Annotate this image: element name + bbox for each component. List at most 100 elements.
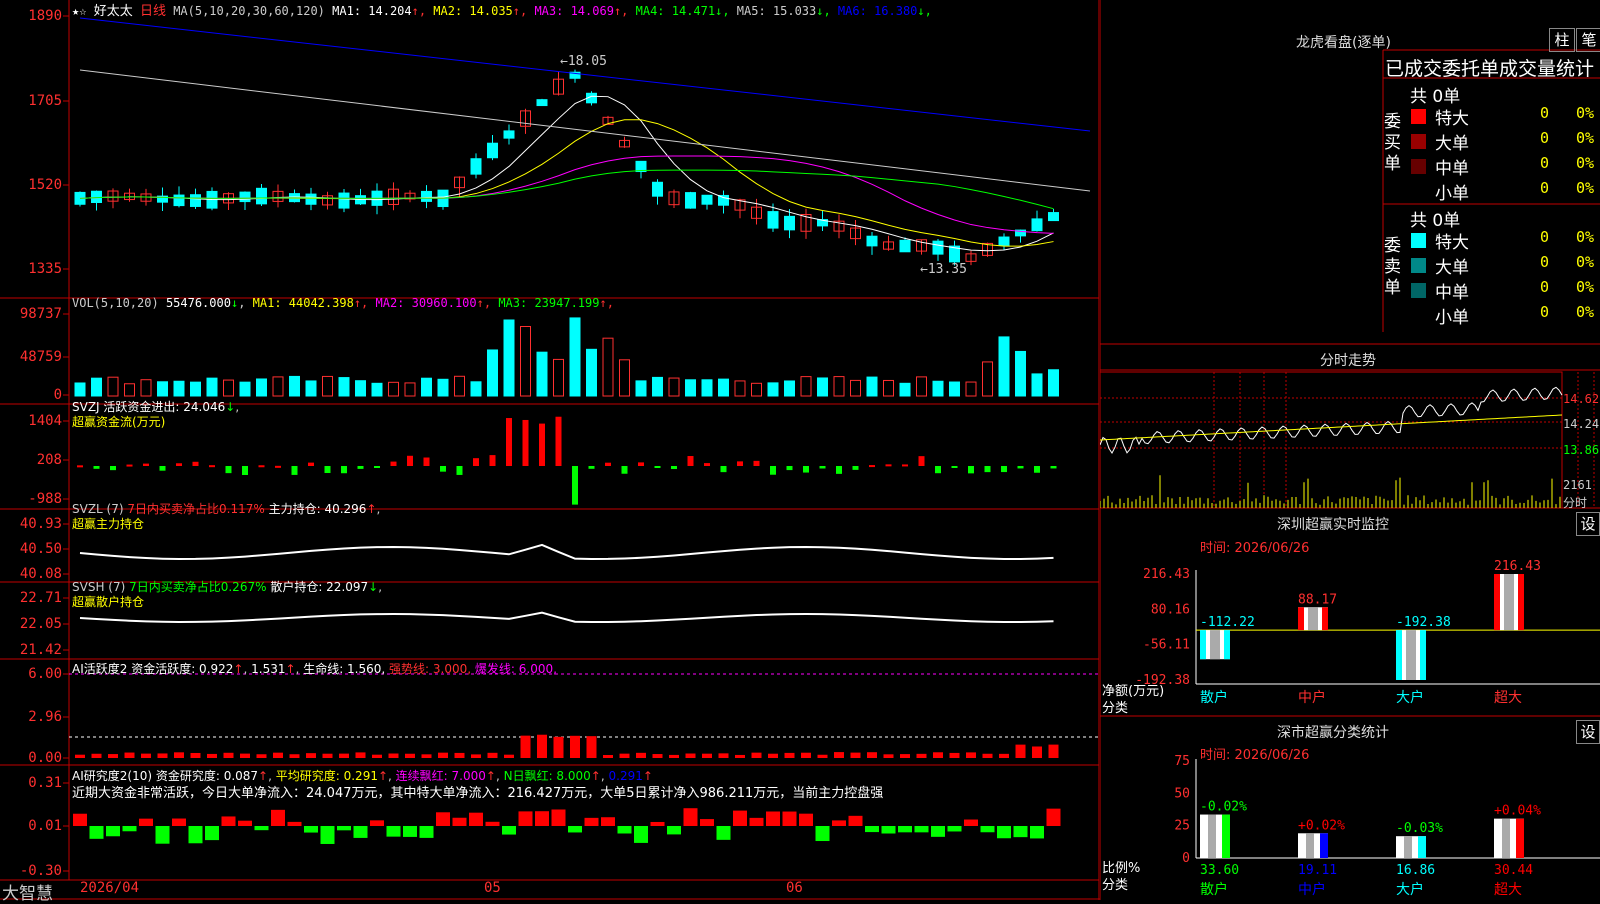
volume-bar [767,382,779,397]
capital-flow-bar [819,466,826,469]
vol-ma-value-1: MA1: 44042.398 [252,296,354,310]
research-bar [106,826,120,837]
research-bar [584,817,599,826]
classify-bar-change-0: -0.02% [1200,800,1247,815]
ai-research-v5: 0.291 [608,769,643,783]
activity-bar [900,754,910,758]
ma-def: MA(5,10,20,30,60,120) [173,4,325,18]
capital-flow-bar [456,466,463,475]
capital-flow-bar [308,462,314,466]
activity-bar [273,752,283,758]
activity-bar [966,752,976,758]
monitor-time: 时间: 2026/06/26 [1200,541,1310,556]
activity-bar [174,752,184,758]
vol-ma-value-2: MA2: 30960.100 [368,296,477,310]
ma-legend-value-2: MA2: 14.035 [426,4,513,18]
lhb-sell-swatch-2 [1411,283,1426,298]
svzj-header: SVZJ 活跃资金进出: 24.046↓, 超赢资金流(万元) [72,400,240,429]
candle-body [239,191,251,203]
candle-body [784,215,795,231]
lhb-bar-button[interactable]: 柱 [1549,28,1575,52]
classify-category-2: 大户 [1396,881,1424,898]
svsh-arrow: ↓ [368,580,379,594]
ma-legend-arrow-6: ↓, [917,4,932,18]
lhb-buy-volume-2: 0 [1540,154,1550,172]
volume-bar [1015,350,1026,397]
capital-flow-bar [159,466,166,471]
candle-body [421,190,432,202]
activity-bar [867,752,877,758]
research-bar [964,819,978,826]
activity-bar [1048,744,1059,758]
capital-flow-bar [192,461,199,466]
research-bar [947,826,962,832]
low-price-label: ←13.35 [920,262,967,277]
activity-bar [702,753,712,758]
activity-bar [1032,746,1042,758]
volume-bar [586,348,597,397]
vol-ma-value-3: MA3: 23947.199 [491,296,600,310]
favorite-star-icon[interactable]: ★☆ [72,4,86,18]
activity-bar [388,753,399,758]
candle-body [1031,218,1043,232]
capital-flow-bar [687,456,694,466]
candle-body [173,194,185,207]
research-bar [271,809,285,826]
svzl-header: SVZL (7) 7日内买卖净占比0.117% 主力持仓: 40.296↑, 超… [72,502,381,531]
candle-body [338,192,350,209]
vol-title: VOL(5,10,20) [72,296,159,310]
stock-name[interactable]: 好太太 [94,4,133,19]
classify-category-1: 中户 [1298,881,1326,898]
research-bar [73,813,87,826]
lhb-tick-button[interactable]: 笔 [1576,28,1600,52]
kline-chart-svg[interactable]: 1890 1705 1520 1335 98737 48759 0 1404 208 -988 40… [0,0,1100,900]
classify-ytick-2: 25 [1174,819,1190,834]
volume-bar [718,378,729,397]
right-panels-svg: 216.43 80.16 -56.11 -192.38 -112.22 散户 88.17 中户… [1099,0,1600,900]
activity-bar [108,754,118,758]
ma-legend-value-4: MA4: 14.471 [628,4,716,18]
monitor-ytick-1: 80.16 [1151,602,1190,617]
lhb-sell-swatch-1 [1411,258,1426,273]
capital-flow-bar [473,458,479,466]
classify-title: 深市超赢分类统计 [1277,725,1389,741]
lhb-sell-volume-0: 0 [1540,228,1550,246]
activity-bar [1015,744,1026,758]
research-bar [353,826,368,838]
svsh-ytick-1: 22.05 [20,616,62,632]
monitor-settings-button[interactable]: 设 [1576,512,1600,536]
volume-bar [569,317,581,397]
intraday-ytick-1: 14.24 [1563,417,1600,431]
classify-category-0: 散户 [1200,881,1228,898]
activity-bar [553,736,564,758]
main-ytick-0: 1890 [28,8,62,24]
monitor-category-2: 大户 [1396,689,1424,706]
activity-bar [751,752,762,758]
capital-flow-bar [786,466,793,471]
classify-settings-button[interactable]: 设 [1576,720,1600,744]
volume-bar [305,380,317,397]
activity-bar [91,753,102,758]
capital-flow-bar [1001,466,1007,473]
research-bar [865,826,879,833]
ma-legend-value-6: MA6: 16.380 [830,4,918,18]
candle-body [998,236,1010,246]
period-label[interactable]: 日线 [140,4,166,19]
capital-flow-bar [324,466,331,474]
lhb-buy-name-3: 小单 [1435,184,1469,204]
main-chart-area[interactable]: 1890 1705 1520 1335 98737 48759 0 1404 208 -988 40… [0,0,1100,900]
svzl-holding: 主力持仓: 40.296 [264,502,367,516]
activity-bar [586,736,597,758]
lhb-buy-name-2: 中单 [1435,159,1469,179]
classify-bar-value-3: 30.44 [1494,863,1533,878]
right-panels: 216.43 80.16 -56.11 -192.38 -112.22 散户 88.17 中户… [1099,0,1600,900]
volume-bar [157,381,168,397]
capital-flow-bar [951,466,958,468]
x-label-2026-04: 2026/04 [80,880,140,896]
capital-flow-bar [423,457,430,466]
capital-flow-bar [638,462,644,466]
vol-value: 55476.000 [165,296,231,310]
classify-bar-0 [1200,814,1230,858]
classify-bar-edge-2 [1418,836,1426,858]
capital-flow-bar [555,416,562,466]
